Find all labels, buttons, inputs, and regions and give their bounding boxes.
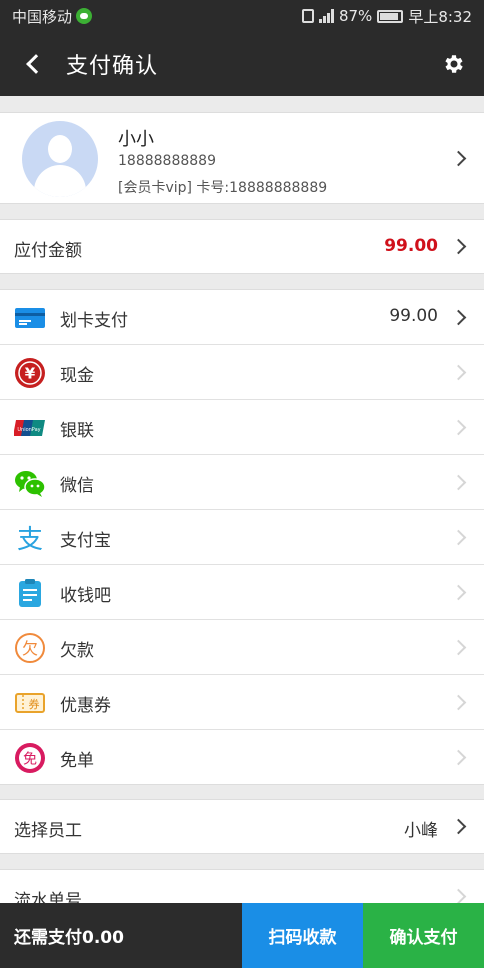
select-staff-label: 选择员工	[14, 821, 82, 841]
clipboard-icon	[19, 579, 41, 607]
chevron-right-icon	[450, 639, 467, 656]
chevron-right-icon	[450, 364, 467, 381]
payment-method-label: 优惠券	[60, 696, 111, 716]
carrier-name: 中国移动	[12, 7, 73, 26]
free-order-icon: 免	[15, 743, 45, 773]
chevron-right-icon	[450, 818, 467, 835]
payment-method-label: 现金	[60, 366, 94, 386]
coupon-glyph: 券	[29, 697, 40, 711]
unionpay-wordmark: UnionPay	[17, 427, 40, 433]
cash-yen-icon: ¥	[15, 358, 45, 388]
debt-glyph: 欠	[22, 639, 38, 658]
alipay-icon: 支	[17, 525, 43, 554]
chevron-right-icon	[450, 584, 467, 601]
cash-yen-symbol: ¥	[25, 365, 36, 383]
payment-method-card[interactable]: 划卡支付 99.00	[0, 290, 484, 345]
amount-due-label: 应付金额	[14, 241, 82, 261]
battery-icon	[377, 9, 404, 23]
selected-staff-value: 小峰	[404, 821, 438, 841]
member-name: 小小	[118, 129, 154, 150]
chevron-right-icon	[450, 150, 467, 167]
vibrate-icon	[301, 9, 314, 23]
amount-due-row[interactable]: 应付金额 99.00	[0, 219, 484, 274]
payment-method-debt[interactable]: 欠 欠款	[0, 620, 484, 675]
chevron-right-icon	[450, 749, 467, 766]
scan-to-collect-button[interactable]: 扫码收款	[242, 903, 363, 968]
status-bar: 中国移动 87% 早上8:32	[0, 0, 484, 32]
back-button[interactable]	[0, 32, 66, 96]
payment-method-shouqianba[interactable]: 收钱吧	[0, 565, 484, 620]
remaining-amount: 还需支付0.00	[0, 903, 242, 968]
payment-method-label: 银联	[60, 421, 94, 441]
chevron-right-icon	[450, 888, 467, 905]
payment-method-label: 微信	[60, 476, 94, 496]
payment-method-alipay[interactable]: 支 支付宝	[0, 510, 484, 565]
alipay-glyph: 支	[17, 525, 43, 554]
payment-method-label: 划卡支付	[60, 311, 128, 331]
member-phone: 18888888889	[118, 153, 216, 169]
payment-method-label: 收钱吧	[60, 586, 111, 606]
page-title: 支付确认	[66, 54, 159, 79]
payment-method-cash[interactable]: ¥ 现金	[0, 345, 484, 400]
debt-icon: 欠	[15, 633, 45, 663]
coupon-icon: 券	[15, 693, 45, 713]
chevron-left-icon	[26, 54, 46, 74]
payment-method-label: 欠款	[60, 641, 94, 661]
gear-icon	[445, 55, 463, 73]
app-header: 支付确认	[0, 32, 484, 96]
payment-method-wechat[interactable]: 微信	[0, 455, 484, 510]
chevron-right-icon	[450, 474, 467, 491]
confirm-payment-button[interactable]: 确认支付	[363, 903, 484, 968]
chevron-right-icon	[450, 529, 467, 546]
payment-method-label: 支付宝	[60, 531, 111, 551]
avatar	[22, 121, 98, 197]
payment-method-list: 划卡支付 99.00 ¥ 现金 UnionPay 银联 微信 支 支付宝 收钱吧…	[0, 289, 484, 785]
wechat-icon	[15, 471, 46, 497]
chevron-right-icon	[450, 419, 467, 436]
payment-method-amount: 99.00	[389, 306, 438, 326]
member-card-info: [会员卡vip] 卡号:18888888889	[118, 180, 328, 196]
member-card[interactable]: 小小 18888888889 [会员卡vip] 卡号:18888888889	[0, 112, 484, 204]
payment-method-free[interactable]: 免 免单	[0, 730, 484, 785]
chevron-right-icon	[450, 694, 467, 711]
battery-percent: 87%	[338, 7, 373, 25]
signal-icon	[318, 9, 334, 23]
carrier-info: 中国移动	[12, 6, 93, 27]
bottom-action-bar: 还需支付0.00 扫码收款 确认支付	[0, 903, 484, 968]
unionpay-icon: UnionPay	[14, 420, 45, 436]
amount-due-value: 99.00	[384, 236, 438, 256]
status-indicators: 87% 早上8:32	[301, 6, 472, 27]
wechat-notification-icon	[76, 8, 93, 24]
select-staff-row[interactable]: 选择员工 小峰	[0, 799, 484, 854]
chevron-right-icon	[450, 309, 467, 326]
payment-method-unionpay[interactable]: UnionPay 银联	[0, 400, 484, 455]
clock: 早上8:32	[408, 7, 472, 26]
payment-method-coupon[interactable]: 券 优惠券	[0, 675, 484, 730]
chevron-right-icon	[450, 238, 467, 255]
free-order-glyph: 免	[23, 752, 37, 768]
settings-button[interactable]	[424, 32, 484, 96]
payment-method-label: 免单	[60, 751, 94, 771]
card-icon	[15, 308, 45, 328]
